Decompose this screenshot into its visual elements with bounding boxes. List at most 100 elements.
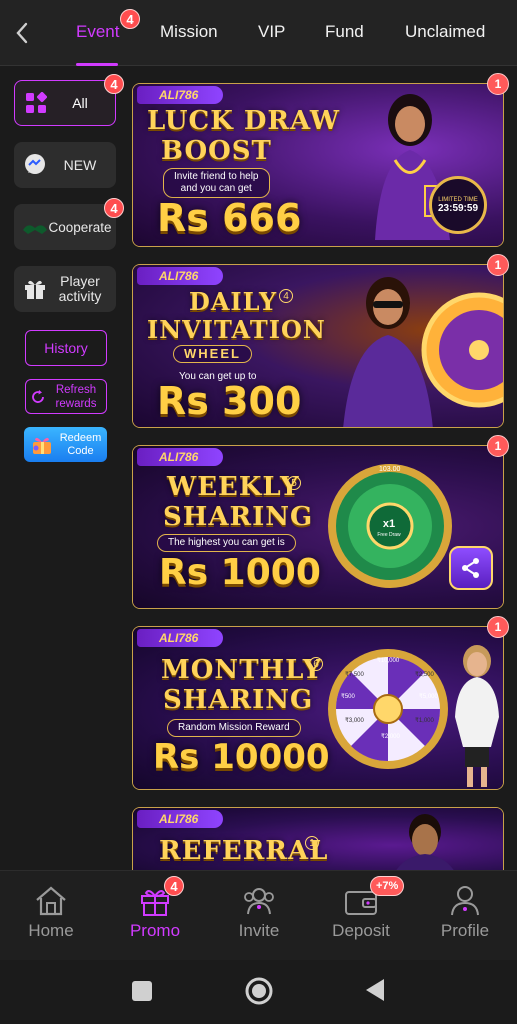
banner-amount: Rs 666 — [157, 196, 302, 240]
banner-subtitle: Random Mission Reward — [167, 719, 301, 737]
nav-promo-badge: 4 — [164, 876, 184, 896]
system-navigation-bar — [0, 960, 517, 1024]
wheel-value: ₹1,000 — [415, 718, 434, 724]
history-button-label: History — [44, 340, 88, 356]
tab-vip-label: VIP — [258, 22, 286, 41]
banner-title-line3: WHEEL — [173, 345, 252, 363]
banner-amount: Rs 1000 — [159, 552, 321, 593]
brand-label: ALI786 — [159, 450, 199, 464]
man-illustration — [396, 814, 454, 870]
share-icon — [449, 546, 493, 590]
banner-badge: 1 — [487, 616, 509, 638]
nav-invite-label: Invite — [238, 921, 280, 940]
banner-title-line2: SHARING — [163, 502, 314, 532]
banner-title-line1: REFERRAL — [159, 836, 329, 866]
brand-logo: ALI786 — [137, 86, 223, 104]
tab-fund[interactable]: Fund — [325, 22, 364, 42]
recent-apps-icon[interactable] — [131, 980, 153, 1002]
tab-event-badge: 4 — [120, 9, 140, 29]
back-button[interactable] — [8, 16, 36, 50]
brand-logo: ALI786 — [137, 810, 223, 828]
redeem-code-button[interactable]: Redeem Code — [24, 427, 107, 462]
home-icon — [36, 886, 66, 916]
brand-logo: ALI786 — [137, 448, 223, 466]
wheel-value: ₹7,500 — [345, 672, 364, 678]
sidebar-cooperate-badge: 4 — [104, 198, 124, 218]
brand-label: ALI786 — [159, 269, 199, 283]
tab-vip[interactable]: VIP — [258, 22, 285, 42]
promo-banner-weekly-sharing[interactable]: ALI786 WEEKLY 5 SHARING The highest you … — [132, 445, 504, 609]
sidebar-item-label: NEW — [63, 156, 97, 173]
woman-pilot-illustration — [455, 645, 499, 787]
bottom-nav: Home Promo 4 Invite Deposit +7% Profile — [0, 870, 517, 960]
nav-deposit-badge: +7% — [370, 876, 405, 896]
promo-banner-luck-draw-boost[interactable]: ALI786 LUCK DRAW BOOST Invite friend to … — [132, 83, 504, 247]
wheel-value: ₹10,000 — [377, 658, 400, 664]
back-triangle-icon[interactable] — [364, 978, 386, 1002]
tab-unclaimed-label: Unclaimed — [405, 22, 486, 41]
nav-promo[interactable]: Promo — [110, 885, 200, 941]
chat-bubble-icon — [22, 152, 48, 178]
sidebar-item-all[interactable]: All — [14, 80, 116, 126]
sidebar-item-label: Cooperate — [48, 219, 112, 235]
banner-badge: 1 — [487, 254, 509, 276]
banner-title-line1: LUCK DRAW — [147, 106, 341, 136]
gift-icon — [22, 276, 48, 302]
tab-mission-label: Mission — [160, 22, 218, 41]
top-tab-bar: Event 4 Mission VIP Fund Unclaimed — [0, 0, 517, 66]
tab-unclaimed[interactable]: Unclaimed — [405, 22, 485, 42]
wheel-value: ₹2,000 — [381, 734, 400, 740]
banner-amount: Rs 300 — [157, 379, 302, 423]
nav-invite[interactable]: Invite — [214, 885, 304, 941]
person-icon — [451, 886, 479, 916]
banner-title-line2: INVITATION — [147, 315, 326, 344]
brand-label: ALI786 — [159, 812, 199, 826]
banner-title-line1: WEEKLY — [167, 472, 300, 502]
history-button[interactable]: History — [25, 330, 107, 366]
nav-home[interactable]: Home — [6, 885, 96, 941]
tab-event-label: Event — [76, 22, 120, 41]
title-step-number: 4 — [279, 289, 293, 303]
home-circle-icon[interactable] — [244, 976, 274, 1006]
handshake-icon — [22, 214, 48, 240]
tab-event[interactable]: Event — [76, 22, 119, 42]
sidebar-item-player-activity[interactable]: Player activity — [14, 266, 116, 312]
active-tab-indicator — [76, 63, 118, 66]
refresh-rewards-button[interactable]: Refresh rewards — [25, 379, 107, 414]
promo-banner-referral[interactable]: ALI786 REFERRAL 1 — [132, 807, 504, 870]
banner-title-line1: DAILY — [189, 287, 278, 316]
refresh-rewards-label: Refresh rewards — [55, 383, 97, 410]
promo-banner-daily-invitation-wheel[interactable]: ALI786 DAILY 4 INVITATION WHEEL You can … — [132, 264, 504, 428]
sidebar-item-cooperate[interactable]: Cooperate — [14, 204, 116, 250]
nav-profile-label: Profile — [440, 921, 490, 940]
title-step-number: 1 — [305, 836, 319, 850]
tab-mission[interactable]: Mission — [160, 22, 218, 42]
promo-banner-monthly-sharing[interactable]: ALI786 MONTHLY 6 SHARING Random Mission … — [132, 626, 504, 790]
wheel-top-value: 103.00 — [379, 466, 401, 473]
wheel-center-sub: Free Draw — [377, 532, 401, 538]
chevron-left-icon — [16, 22, 28, 44]
nav-profile[interactable]: Profile — [420, 885, 510, 941]
woman-sunglasses-illustration — [343, 277, 433, 427]
sidebar-item-new[interactable]: NEW — [14, 142, 116, 188]
sidebar-all-badge: 4 — [104, 74, 124, 94]
title-step-number: 5 — [287, 476, 301, 490]
title-step-number: 6 — [309, 657, 323, 671]
brand-logo: ALI786 — [137, 267, 223, 285]
sidebar-item-label: All — [72, 94, 88, 111]
nav-home-label: Home — [28, 921, 74, 940]
banner-subtitle: The highest you can get is — [157, 534, 296, 552]
banner-title-line1: MONTHLY — [161, 655, 323, 685]
timer-clock: LIMITED TIME 23:59:59 — [429, 176, 487, 234]
brand-label: ALI786 — [159, 631, 199, 645]
brand-label: ALI786 — [159, 88, 199, 102]
nav-deposit-label: Deposit — [332, 921, 390, 940]
grid-icon — [23, 90, 49, 116]
nav-promo-label: Promo — [129, 921, 181, 940]
banner-subtitle: Invite friend to help and you can get — [163, 168, 270, 198]
redeem-gift-icon — [33, 437, 51, 454]
banner-title-line2: SHARING — [163, 685, 314, 715]
wheel-value: ₹3,000 — [345, 718, 364, 724]
banner-amount: Rs 10000 — [153, 737, 330, 777]
brand-logo: ALI786 — [137, 629, 223, 647]
